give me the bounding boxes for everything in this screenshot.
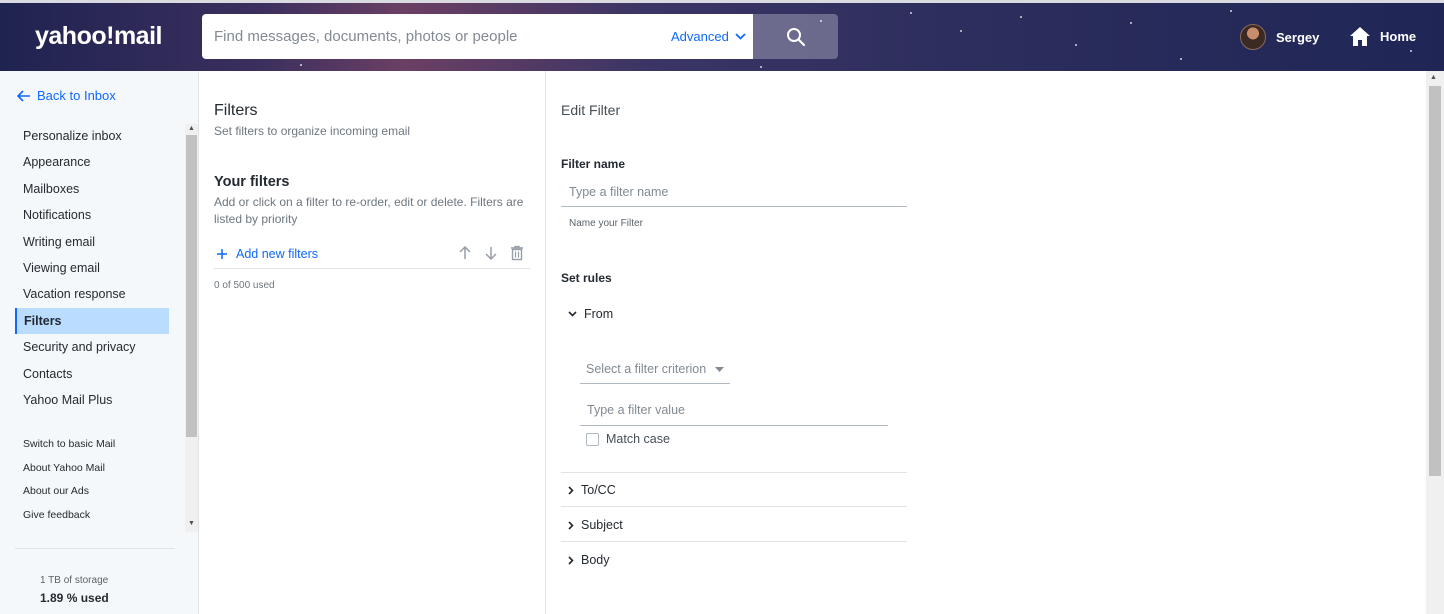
arrow-left-icon <box>17 89 30 102</box>
home-link[interactable]: Home <box>1349 26 1416 47</box>
filter-name-input[interactable] <box>561 177 907 207</box>
filters-pane: Filters Set filters to organize incoming… <box>199 71 546 614</box>
scroll-down-icon[interactable]: ▼ <box>187 520 196 527</box>
filter-value-input[interactable] <box>580 395 888 426</box>
home-icon <box>1350 27 1370 46</box>
about-ads-link[interactable]: About our Ads <box>23 480 115 504</box>
sidebar-scrollbar-thumb[interactable] <box>186 135 197 437</box>
page-scrollbar-thumb[interactable] <box>1429 86 1441 476</box>
caret-down-icon <box>715 366 724 372</box>
filter-name-label: Filter name <box>561 157 626 171</box>
rule-from-label: From <box>584 307 614 321</box>
sidebar-item-security-privacy[interactable]: Security and privacy <box>15 334 169 360</box>
storage-capacity: 1 TB of storage <box>40 575 109 586</box>
rule-tocc-toggle[interactable]: To/CC <box>568 483 616 497</box>
sidebar-item-appearance[interactable]: Appearance <box>15 149 169 175</box>
yahoo-mail-logo[interactable]: yahoo!mail <box>35 22 162 51</box>
your-filters-heading: Your filters <box>214 174 290 190</box>
add-new-filter-button[interactable]: Add new filters <box>217 247 318 261</box>
rule-subject-toggle[interactable]: Subject <box>568 518 623 532</box>
add-filter-label: Add new filters <box>236 247 318 261</box>
user-name: Sergey <box>1276 29 1320 45</box>
rule-tocc-label: To/CC <box>581 483 616 497</box>
rule-divider <box>561 506 907 507</box>
sidebar-item-vacation-response[interactable]: Vacation response <box>15 281 169 307</box>
filters-used-count: 0 of 500 used <box>214 280 275 291</box>
sidebar-item-filters[interactable]: Filters <box>15 307 169 335</box>
set-rules-label: Set rules <box>561 271 612 285</box>
your-filters-description: Add or click on a filter to re-order, ed… <box>214 195 524 226</box>
chevron-down-icon <box>735 33 746 40</box>
advanced-search-dropdown[interactable]: Advanced <box>671 14 746 59</box>
rule-body-label: Body <box>581 553 610 567</box>
filters-toolbar: Add new filters <box>214 245 530 269</box>
switch-basic-mail-link[interactable]: Switch to basic Mail <box>23 433 115 457</box>
filter-name-hint: Name your Filter <box>569 218 643 229</box>
plus-icon <box>217 249 227 259</box>
sidebar-item-personalize-inbox[interactable]: Personalize inbox <box>15 123 169 149</box>
search-button[interactable] <box>753 14 838 59</box>
rule-from-toggle[interactable]: From <box>568 307 613 321</box>
sidebar-item-notifications[interactable]: Notifications <box>15 202 169 228</box>
home-label: Home <box>1380 29 1417 44</box>
match-case-checkbox[interactable] <box>586 432 599 446</box>
page-subtitle: Set filters to organize incoming email <box>214 124 411 138</box>
sidebar-item-viewing-email[interactable]: Viewing email <box>15 255 169 281</box>
about-yahoo-mail-link[interactable]: About Yahoo Mail <box>23 457 115 481</box>
sidebar-item-yahoo-mail-plus[interactable]: Yahoo Mail Plus <box>15 387 169 413</box>
sidebar-divider <box>15 548 175 549</box>
rule-divider <box>561 472 907 473</box>
criterion-placeholder: Select a filter criterion <box>586 362 707 376</box>
arrow-down-icon[interactable] <box>483 245 499 261</box>
chevron-down-icon <box>568 311 577 317</box>
browser-top-border <box>0 0 1444 3</box>
edit-filter-pane: Edit Filter Filter name Name your Filter… <box>546 71 1426 614</box>
storage-used: 1.89 % used <box>40 591 109 605</box>
match-case-label: Match case <box>606 432 670 446</box>
rule-subject-label: Subject <box>581 518 623 532</box>
chevron-right-icon <box>568 555 574 565</box>
edit-filter-title: Edit Filter <box>561 102 621 118</box>
chevron-right-icon <box>568 520 574 530</box>
match-case-option[interactable]: Match case <box>586 432 670 446</box>
scroll-up-icon[interactable]: ▲ <box>1430 74 1437 81</box>
sidebar-item-contacts[interactable]: Contacts <box>15 361 169 387</box>
chevron-right-icon <box>568 485 574 495</box>
rule-body-toggle[interactable]: Body <box>568 553 610 567</box>
app-header: yahoo!mail Advanced Sergey Home <box>0 0 1444 71</box>
sidebar-item-writing-email[interactable]: Writing email <box>15 229 169 255</box>
scroll-up-icon[interactable]: ▲ <box>187 125 196 132</box>
give-feedback-link[interactable]: Give feedback <box>23 504 115 528</box>
search-input[interactable] <box>214 14 654 59</box>
search-icon <box>786 27 805 46</box>
sidebar-item-mailboxes[interactable]: Mailboxes <box>15 176 169 202</box>
avatar <box>1240 24 1266 50</box>
arrow-up-icon[interactable] <box>457 245 473 261</box>
rule-divider <box>561 541 907 542</box>
filter-actions <box>457 245 525 261</box>
search-box: Advanced <box>202 14 753 59</box>
account-menu[interactable]: Sergey <box>1240 24 1319 50</box>
trash-icon[interactable] <box>509 245 525 261</box>
filter-criterion-select[interactable]: Select a filter criterion <box>580 355 730 384</box>
back-label: Back to Inbox <box>37 88 116 103</box>
advanced-label: Advanced <box>671 29 729 44</box>
settings-nav: Personalize inbox Appearance Mailboxes N… <box>15 123 169 413</box>
page-title: Filters <box>214 102 258 119</box>
back-to-inbox-link[interactable]: Back to Inbox <box>17 88 116 103</box>
settings-sidebar: Back to Inbox Personalize inbox Appearan… <box>0 71 199 614</box>
sidebar-links: Switch to basic Mail About Yahoo Mail Ab… <box>23 433 115 527</box>
